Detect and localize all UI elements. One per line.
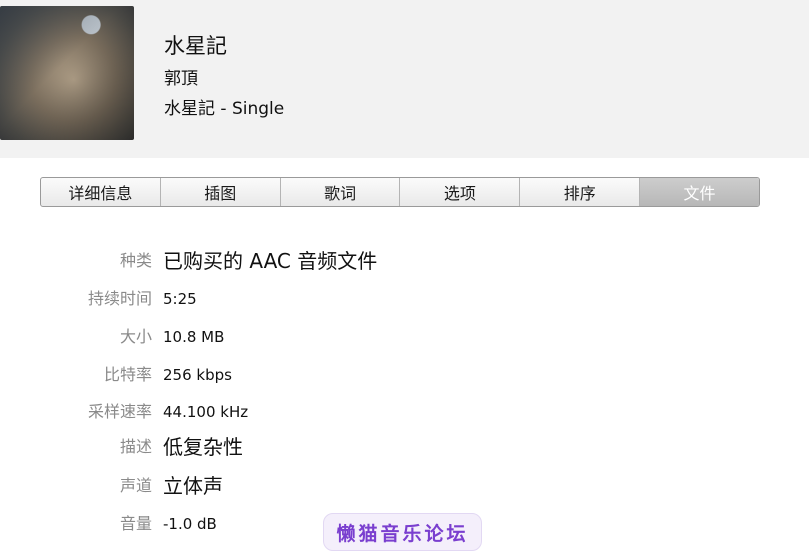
info-row-size: 大小 10.8 MB bbox=[0, 322, 809, 352]
size-value: 10.8 MB bbox=[163, 328, 225, 346]
info-row-kind: 种类 已购买的 AAC 音频文件 bbox=[0, 246, 809, 276]
artwork-shade bbox=[0, 6, 134, 140]
tab-file[interactable]: 文件 bbox=[640, 178, 759, 206]
duration-label: 持续时间 bbox=[87, 289, 152, 308]
info-row-duration: 持续时间 5:25 bbox=[0, 284, 809, 314]
tab-details[interactable]: 详细信息 bbox=[41, 178, 161, 206]
song-artist: 郭頂 bbox=[164, 69, 198, 89]
volume-value: -1.0 dB bbox=[163, 515, 217, 533]
info-row-sample-rate: 采样速率 44.100 kHz bbox=[0, 397, 809, 427]
sample-rate-label: 采样速率 bbox=[87, 402, 152, 421]
track-header: 水星記 郭頂 水星記 - Single bbox=[0, 0, 809, 158]
volume-label: 音量 bbox=[119, 514, 152, 533]
bitrate-value: 256 kbps bbox=[163, 366, 232, 384]
info-row-channels: 声道 立体声 bbox=[0, 471, 809, 501]
info-tab-bar: 详细信息 插图 歌词 选项 排序 文件 bbox=[40, 177, 760, 207]
description-value: 低复杂性 bbox=[163, 435, 243, 459]
tab-options[interactable]: 选项 bbox=[400, 178, 521, 206]
duration-value: 5:25 bbox=[163, 290, 197, 308]
tab-artwork[interactable]: 插图 bbox=[161, 178, 281, 206]
tab-lyrics[interactable]: 歌词 bbox=[281, 178, 401, 206]
channels-label: 声道 bbox=[119, 476, 152, 495]
kind-value: 已购买的 AAC 音频文件 bbox=[163, 249, 378, 273]
bitrate-label: 比特率 bbox=[103, 365, 152, 384]
info-row-description: 描述 低复杂性 bbox=[0, 432, 809, 462]
info-row-bitrate: 比特率 256 kbps bbox=[0, 360, 809, 390]
album-artwork bbox=[0, 6, 134, 140]
sample-rate-value: 44.100 kHz bbox=[163, 403, 249, 421]
description-label: 描述 bbox=[119, 437, 152, 456]
channels-value: 立体声 bbox=[163, 474, 223, 498]
tab-sorting[interactable]: 排序 bbox=[520, 178, 641, 206]
forum-watermark: 懒猫音乐论坛 bbox=[323, 513, 482, 551]
watermark-text: 懒猫音乐论坛 bbox=[336, 522, 469, 545]
song-title: 水星記 bbox=[164, 34, 227, 58]
kind-label: 种类 bbox=[119, 251, 152, 270]
song-album: 水星記 - Single bbox=[164, 99, 285, 119]
size-label: 大小 bbox=[119, 327, 152, 346]
